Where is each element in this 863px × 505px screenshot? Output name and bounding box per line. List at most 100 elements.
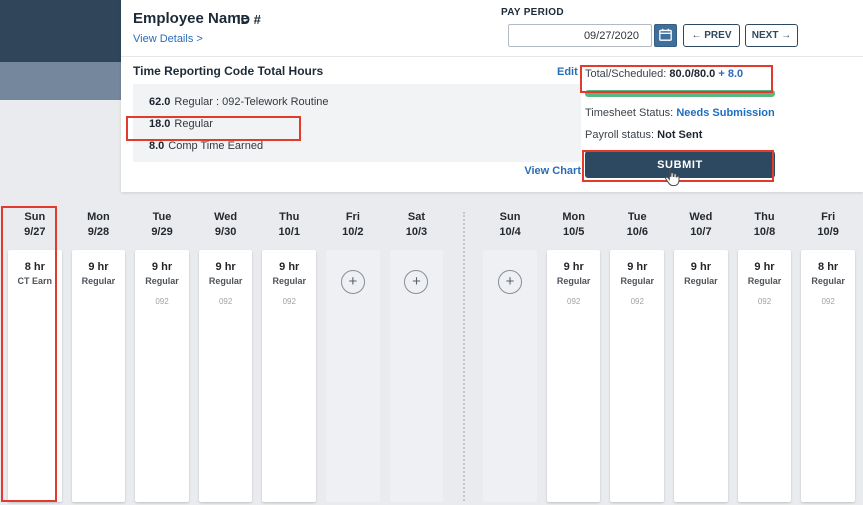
entry-hours: 9 hr <box>754 261 775 273</box>
day-date: 10/9 <box>817 226 839 238</box>
day-card[interactable]: + <box>483 250 537 502</box>
calendar-button[interactable] <box>654 24 677 47</box>
main-panel: Employee Name ID # View Details > PAY PE… <box>121 0 863 192</box>
day-card[interactable]: 9 hr Regular 092 + <box>546 250 601 502</box>
day-header: Fri 10/2 <box>321 200 385 250</box>
day-name: Fri <box>345 211 360 223</box>
totals-hours: 8.0 <box>149 140 165 152</box>
day-card[interactable]: 9 hr Regular 092 + <box>610 250 665 502</box>
calendar-icon <box>659 28 672 44</box>
add-entry-wrap: + <box>326 270 380 294</box>
day-header: Mon 10/5 <box>542 200 606 250</box>
day-card[interactable]: 9 hr Regular 092 + <box>737 250 792 502</box>
day-date: 10/3 <box>405 226 428 238</box>
day-name: Mon <box>87 211 110 223</box>
add-entry-wrap: + <box>390 270 444 294</box>
entry-hours: 9 hr <box>627 261 648 273</box>
totals-hours: 18.0 <box>149 118 171 130</box>
entry-hours: 9 hr <box>215 261 236 273</box>
trc-total-hours-title: Time Reporting Code Total Hours <box>133 64 324 78</box>
add-entry-wrap: + <box>483 270 537 294</box>
time-entry: 9 hr Regular 092 <box>262 261 316 306</box>
day-column: Thu 10/1 9 hr Regular 092 + <box>257 200 321 505</box>
day-date: 10/5 <box>562 226 585 238</box>
entry-type: Regular <box>684 276 718 286</box>
day-card[interactable]: 9 hr Regular + <box>674 250 728 502</box>
day-card[interactable]: 8 hr CT Earn + <box>8 250 62 502</box>
time-entry: 9 hr Regular 092 <box>610 261 664 306</box>
entry-type: Regular <box>208 276 243 286</box>
totals-label: Regular <box>174 118 213 130</box>
add-entry-button[interactable]: + <box>498 270 523 294</box>
day-column: Mon 9/28 9 hr Regular + <box>67 200 131 505</box>
day-card[interactable]: + <box>389 250 444 502</box>
time-entry: 8 hr CT Earn <box>8 261 62 286</box>
day-card[interactable]: 9 hr Regular 092 + <box>198 250 253 502</box>
day-date: 10/4 <box>499 226 521 238</box>
day-card[interactable]: 9 hr Regular + <box>71 250 126 502</box>
edit-link[interactable]: Edit <box>557 66 578 78</box>
entry-type: CT Earn <box>17 276 53 286</box>
day-card[interactable]: 9 hr Regular 092 + <box>262 250 317 502</box>
totals-hours: 62.0 <box>149 96 171 108</box>
day-name: Fri <box>821 211 836 223</box>
pay-period-date-input[interactable] <box>508 24 652 47</box>
totals-row: 62.0 Regular : 092-Telework Routine <box>149 95 581 109</box>
day-card[interactable]: 8 hr Regular 092 + <box>801 250 855 502</box>
week-separator <box>448 200 478 505</box>
totals-label: Comp Time Earned <box>168 140 264 152</box>
timesheet-screen: Employee Name ID # View Details > PAY PE… <box>0 0 863 505</box>
day-name: Sat <box>407 211 426 223</box>
entry-code: 092 <box>282 297 296 306</box>
time-entry: 9 hr Regular 092 <box>199 261 253 306</box>
day-date: 9/30 <box>214 226 237 238</box>
add-entry-button[interactable]: + <box>340 270 365 294</box>
day-name: Wed <box>214 211 238 223</box>
day-column: Thu 10/8 9 hr Regular 092 + <box>733 200 797 505</box>
day-header: Tue 10/6 <box>605 200 669 250</box>
day-card[interactable]: 9 hr Regular 092 + <box>135 250 189 502</box>
entry-code: 092 <box>821 297 835 306</box>
entry-hours: 9 hr <box>151 261 173 273</box>
entry-type: Regular <box>81 276 116 286</box>
header-navy-block <box>0 0 121 62</box>
day-name: Sun <box>24 211 46 223</box>
progress-fill <box>585 90 775 97</box>
day-card[interactable]: + <box>326 250 380 502</box>
day-column: Sun 10/4 + <box>478 200 542 505</box>
day-name: Tue <box>152 211 172 223</box>
day-name: Thu <box>279 211 300 223</box>
view-details-link[interactable]: View Details > <box>133 33 203 45</box>
submit-button[interactable]: SUBMIT <box>585 151 775 178</box>
add-entry-button[interactable]: + <box>404 270 429 294</box>
day-column: Mon 10/5 9 hr Regular 092 + <box>542 200 606 505</box>
day-date: 10/7 <box>690 226 712 238</box>
day-date: 9/28 <box>87 226 110 238</box>
day-column: Wed 9/30 9 hr Regular 092 + <box>194 200 258 505</box>
day-header: Thu 10/8 <box>733 200 797 250</box>
day-date: 9/27 <box>24 226 46 238</box>
total-scheduled-extra: + 8.0 <box>718 68 744 80</box>
day-header: Wed 10/7 <box>669 200 733 250</box>
payroll-status-value: Not Sent <box>657 129 703 141</box>
entry-code: 092 <box>567 297 581 306</box>
day-date: 10/8 <box>753 226 776 238</box>
header-slate-block <box>0 62 121 100</box>
prev-pay-period-button[interactable]: ← PREV <box>683 24 740 47</box>
day-name: Mon <box>562 211 585 223</box>
day-name: Wed <box>689 211 713 223</box>
header-divider <box>121 56 863 57</box>
time-entry: 8 hr Regular 092 <box>801 261 855 306</box>
entry-type: Regular <box>620 276 655 286</box>
entry-hours: 9 hr <box>690 261 711 273</box>
total-scheduled-value: 80.0/80.0 <box>669 68 716 80</box>
entry-hours: 8 hr <box>818 261 839 273</box>
entry-hours: 9 hr <box>279 261 300 273</box>
next-pay-period-button[interactable]: NEXT → <box>745 24 798 47</box>
day-column: Fri 10/2 + <box>321 200 385 505</box>
view-chart-link[interactable]: View Chart <box>524 165 581 177</box>
totals-label: Regular : 092-Telework Routine <box>174 96 329 108</box>
time-entry: 9 hr Regular 092 <box>738 261 792 306</box>
totals-row: 8.0 Comp Time Earned <box>149 139 581 153</box>
day-name: Sun <box>499 211 521 223</box>
